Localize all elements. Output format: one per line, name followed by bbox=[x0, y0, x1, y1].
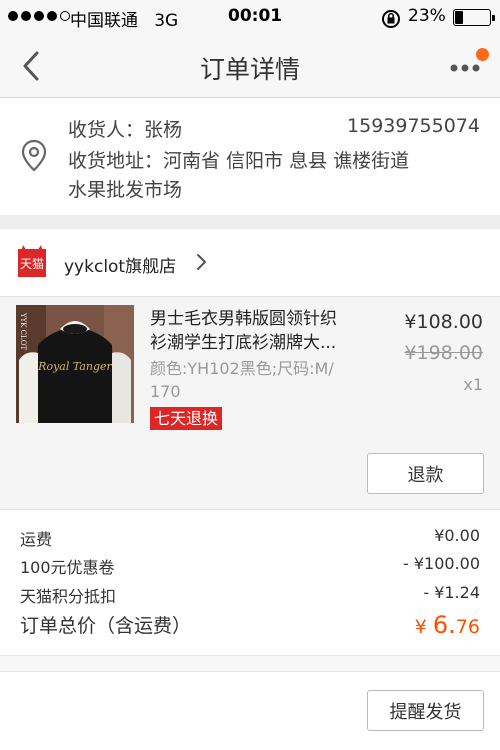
shipping-address-card[interactable]: 收货人：张杨 15939755074 收货地址：河南省 信阳市 息县 谯楼街道 … bbox=[0, 99, 500, 215]
seven-day-return-badge: 七天退换 bbox=[150, 407, 223, 430]
order-total-row: 订单总价（含运费） ¥ 6.76 bbox=[20, 611, 480, 643]
chevron-right-icon bbox=[197, 254, 206, 270]
order-total-value: ¥ 6.76 bbox=[414, 611, 480, 639]
shop-name: yykclot旗舰店 bbox=[64, 257, 177, 277]
coupon-row: 100元优惠卷 - ¥100.00 bbox=[20, 554, 480, 580]
coupon-value: - ¥100.00 bbox=[402, 554, 480, 573]
notification-badge bbox=[476, 48, 489, 61]
location-pin-icon bbox=[20, 139, 48, 173]
product-spec: 颜色:YH102黑色;尺码:M/ 170 bbox=[150, 359, 334, 401]
shipping-fee-value: ¥0.00 bbox=[434, 526, 480, 545]
svg-text:Royal Tanger: Royal Tanger bbox=[37, 360, 112, 373]
status-bar: 中国联通 3G 00:01 23% bbox=[0, 0, 500, 34]
shop-header[interactable]: 天猫 yykclot旗舰店 bbox=[0, 229, 500, 297]
address-line-2: 水果批发市场 bbox=[68, 179, 183, 201]
section-divider bbox=[0, 215, 500, 229]
battery-icon bbox=[453, 9, 495, 26]
address-line-1: 收货地址：河南省 信阳市 息县 谯楼街道 bbox=[68, 150, 410, 172]
product-price: ¥108.00 bbox=[404, 311, 483, 333]
svg-text:YYK CLOT: YYK CLOT bbox=[19, 312, 27, 350]
page-title: 订单详情 bbox=[199, 55, 300, 84]
bottom-action-bar: 提醒发货 bbox=[0, 672, 500, 750]
receiver-name: 收货人：张杨 bbox=[68, 119, 183, 141]
shipping-fee-label: 运费 bbox=[20, 530, 53, 549]
carrier-name: 中国联通 3G bbox=[70, 11, 179, 31]
tmall-logo-icon: 天猫 bbox=[18, 245, 46, 277]
signal-strength-icon bbox=[8, 11, 70, 21]
original-price: ¥198.00 bbox=[404, 342, 483, 364]
points-value: - ¥1.24 bbox=[423, 583, 480, 602]
refund-button[interactable]: 退款 bbox=[367, 453, 484, 494]
product-quantity: x1 bbox=[463, 375, 483, 394]
order-total-label: 订单总价（含运费） bbox=[20, 615, 192, 637]
cost-summary: 运费 ¥0.00 100元优惠卷 - ¥100.00 天猫积分抵扣 - ¥1.2… bbox=[0, 509, 500, 655]
status-time: 00:01 bbox=[228, 6, 283, 26]
order-item[interactable]: Royal Tanger YYK CLOT 男士毛衣男韩版圆领针织 衫潮学生打底… bbox=[0, 297, 500, 509]
points-label: 天猫积分抵扣 bbox=[20, 587, 117, 606]
product-name: 男士毛衣男韩版圆领针织 衫潮学生打底衫潮牌大... bbox=[150, 309, 337, 353]
remind-shipping-button[interactable]: 提醒发货 bbox=[367, 690, 484, 731]
navigation-bar: 订单详情 bbox=[0, 34, 500, 98]
rotation-lock-icon bbox=[380, 8, 402, 35]
section-divider bbox=[0, 655, 500, 672]
coupon-label: 100元优惠卷 bbox=[20, 558, 115, 577]
points-row: 天猫积分抵扣 - ¥1.24 bbox=[20, 583, 480, 609]
shipping-fee-row: 运费 ¥0.00 bbox=[20, 526, 480, 552]
product-image[interactable]: Royal Tanger YYK CLOT bbox=[16, 305, 134, 423]
battery-percent: 23% bbox=[408, 6, 446, 26]
receiver-phone: 15939755074 bbox=[347, 115, 480, 137]
